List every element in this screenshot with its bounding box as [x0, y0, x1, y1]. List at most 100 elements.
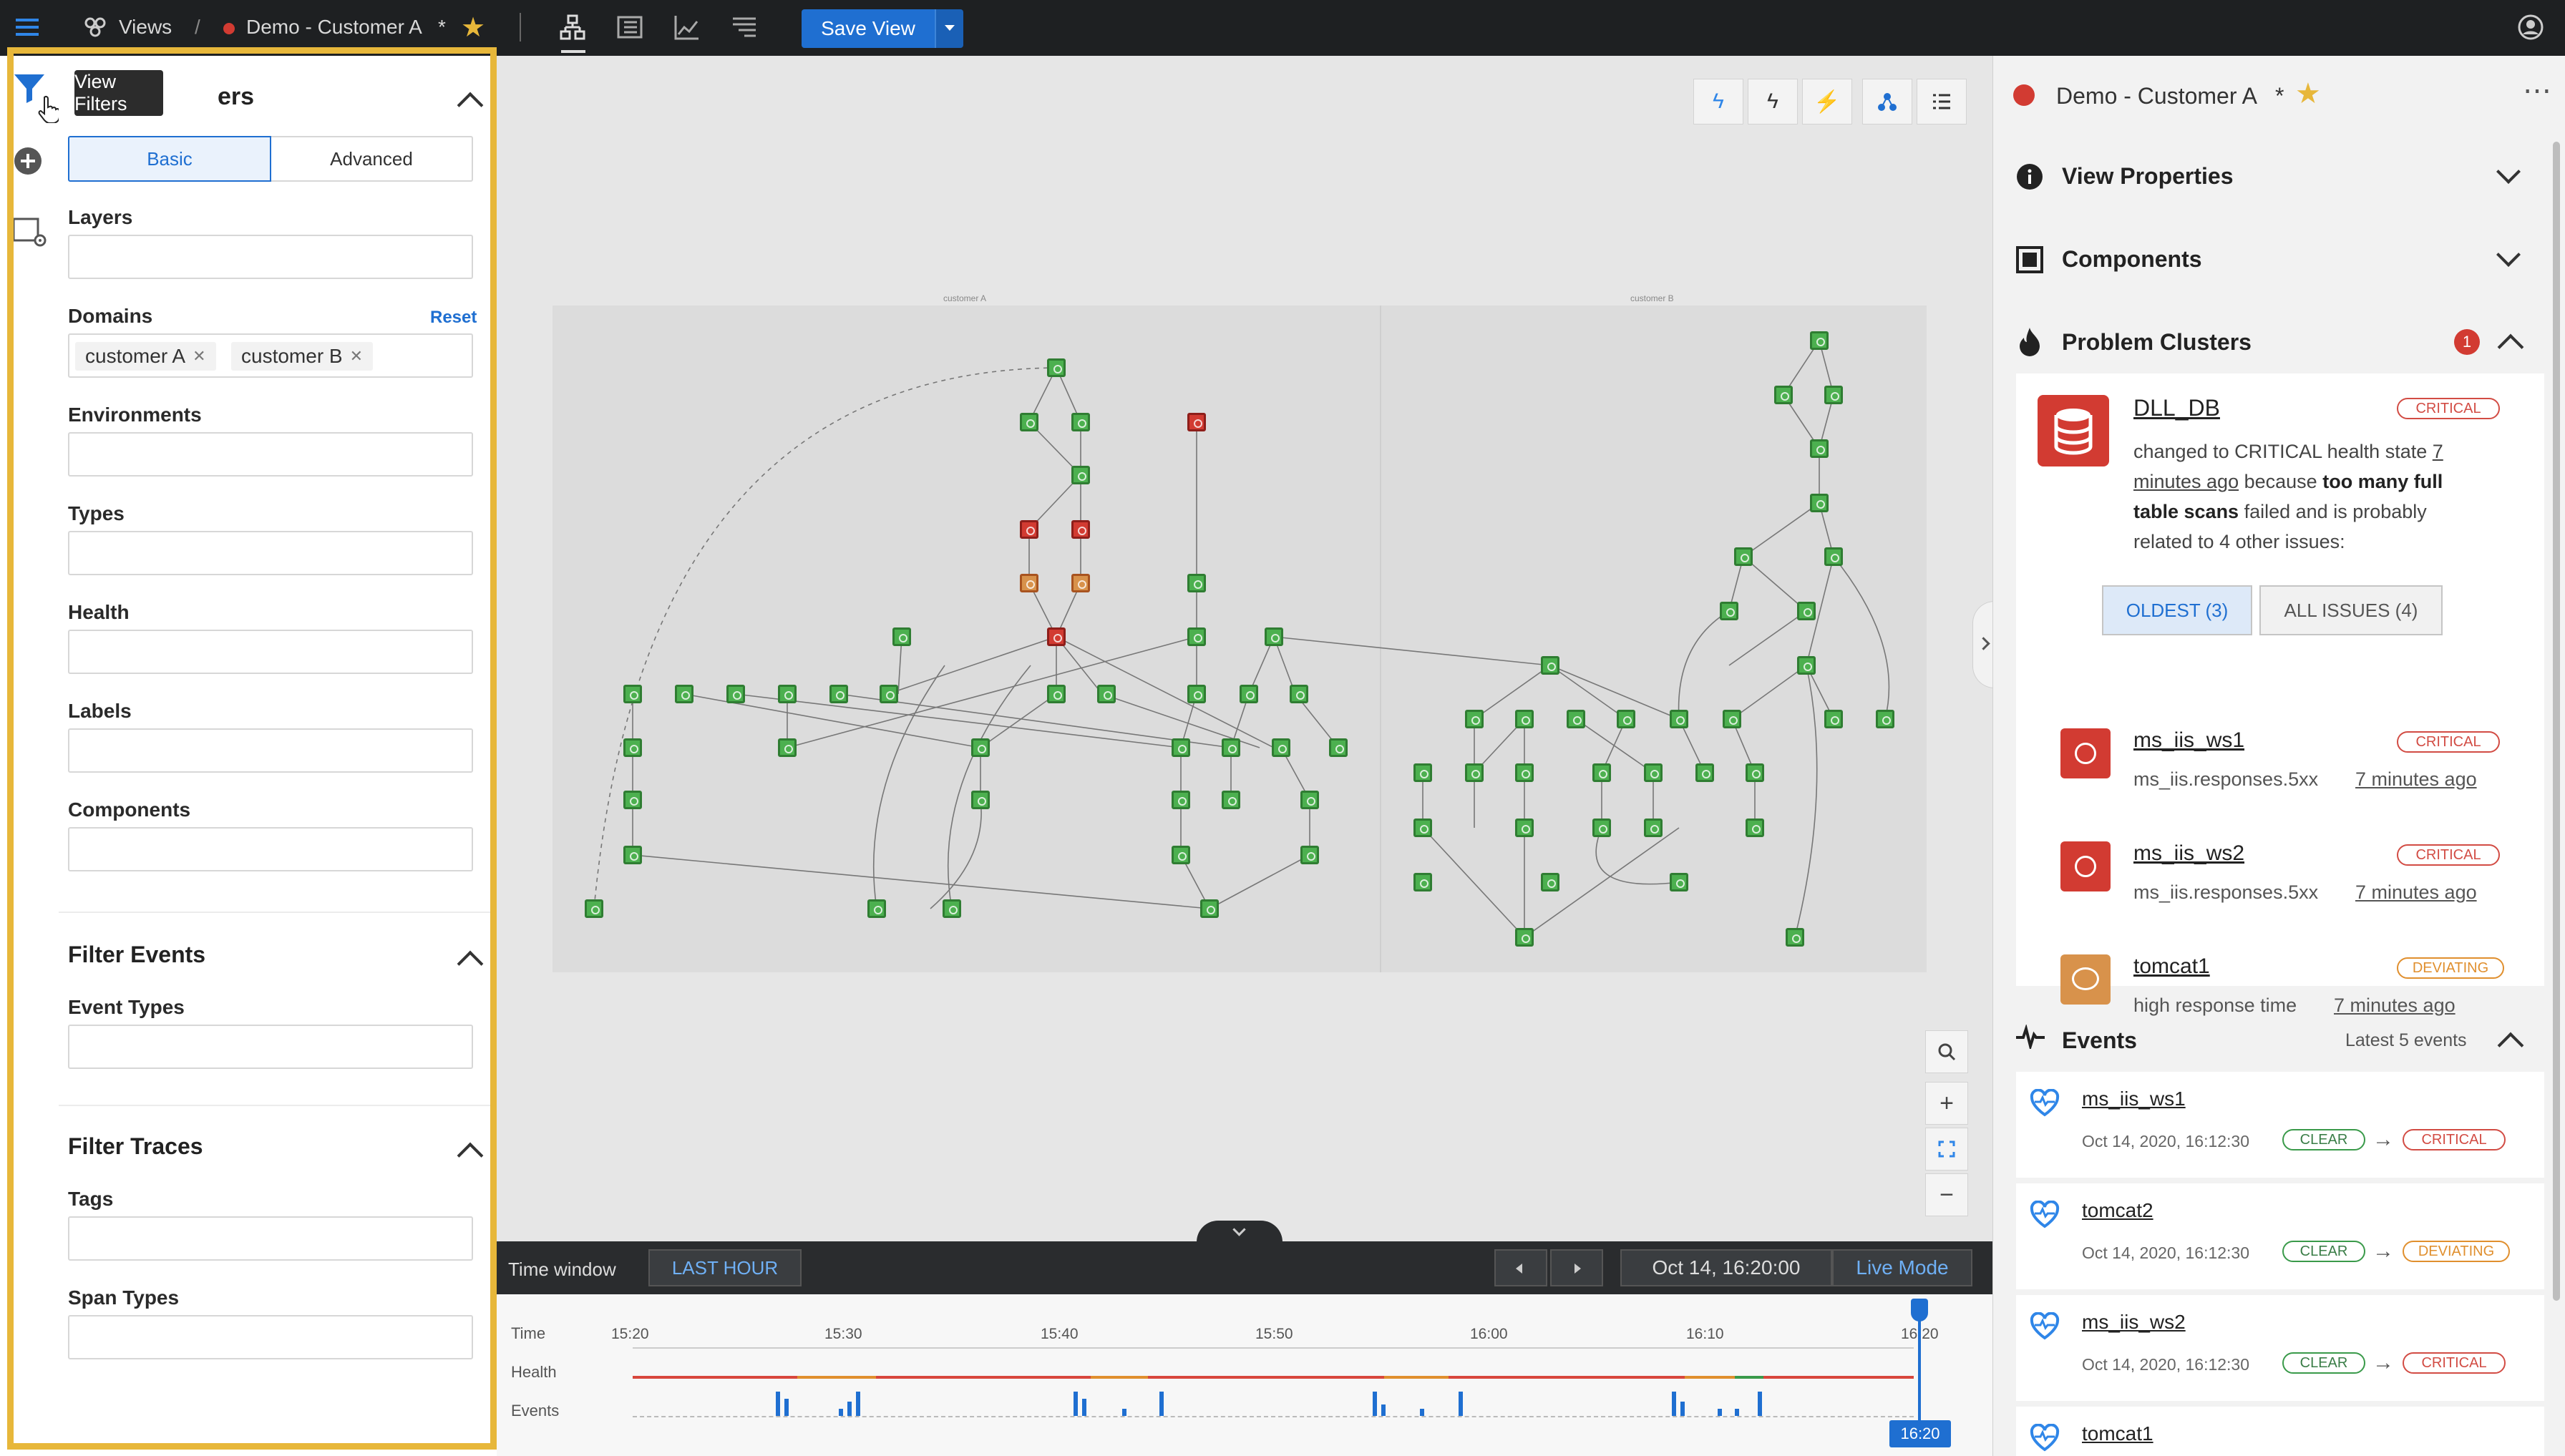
graph-node[interactable]	[1810, 439, 1829, 458]
graph-node[interactable]	[1172, 738, 1190, 757]
graph-node[interactable]	[1723, 710, 1741, 728]
graph-node[interactable]	[1515, 819, 1534, 837]
cluster-time-link[interactable]: minutes ago	[2133, 471, 2239, 492]
graph-node[interactable]	[1670, 710, 1688, 728]
graph-node[interactable]	[1720, 602, 1738, 620]
event-item[interactable]: tomcat1	[2016, 1407, 2544, 1456]
event-item[interactable]: tomcat2 Oct 14, 2020, 16:12:30 CLEAR → D…	[2016, 1183, 2544, 1289]
zoom-in-icon[interactable]: +	[1925, 1082, 1968, 1125]
graph-node[interactable]	[1047, 358, 1066, 377]
next-time-button[interactable]	[1550, 1249, 1603, 1286]
graph-node[interactable]	[1413, 873, 1432, 891]
graph-node[interactable]	[971, 738, 990, 757]
graph-node[interactable]	[623, 738, 642, 757]
graph-node[interactable]	[1797, 602, 1816, 620]
graph-node[interactable]	[1515, 928, 1534, 947]
events-header[interactable]: Events	[2062, 1027, 2137, 1054]
graph-node[interactable]	[1797, 656, 1816, 675]
graph-node[interactable]	[1644, 763, 1663, 782]
graph-node[interactable]	[726, 685, 745, 703]
graph-node[interactable]	[1071, 413, 1090, 431]
graph-node[interactable]	[778, 685, 797, 703]
graph-node[interactable]	[867, 899, 886, 918]
graph-node[interactable]	[1071, 466, 1090, 484]
graph-node[interactable]	[1465, 710, 1484, 728]
expand-view-properties-icon[interactable]	[2496, 160, 2521, 184]
graph-node[interactable]	[1515, 763, 1534, 782]
cluster-time-link[interactable]: 7	[2433, 441, 2443, 462]
star-icon[interactable]: ★	[2295, 77, 2321, 110]
tab-all-issues[interactable]: ALL ISSUES (4)	[2259, 585, 2443, 635]
graph-node[interactable]	[1222, 791, 1240, 809]
graph-node[interactable]	[1187, 685, 1206, 703]
more-options-icon[interactable]: ⋯	[2523, 74, 2553, 107]
graph-node[interactable]	[1272, 738, 1290, 757]
view-properties-header[interactable]: View Properties	[2062, 163, 2234, 190]
graph-node[interactable]	[675, 685, 693, 703]
graph-node[interactable]	[1734, 547, 1753, 566]
graph-node[interactable]	[1592, 819, 1611, 837]
graph-node[interactable]	[1222, 738, 1240, 757]
collapse-events-icon[interactable]	[2497, 1032, 2524, 1059]
graph-node[interactable]	[1465, 763, 1484, 782]
zoom-out-icon[interactable]: −	[1925, 1173, 1968, 1216]
graph-node[interactable]	[1824, 710, 1843, 728]
graph-node[interactable]	[1541, 873, 1559, 891]
graph-node[interactable]	[1187, 413, 1206, 431]
graph-node[interactable]	[1695, 763, 1714, 782]
graph-node[interactable]	[1240, 685, 1258, 703]
graph-node[interactable]	[1670, 873, 1688, 891]
graph-node[interactable]	[1644, 819, 1663, 837]
issue-time-link[interactable]: 7 minutes ago	[2355, 881, 2477, 904]
current-time-display[interactable]: Oct 14, 16:20:00	[1620, 1249, 1832, 1286]
timeline-toggle-handle[interactable]	[1197, 1221, 1282, 1242]
graph-node[interactable]	[1592, 763, 1611, 782]
components-header[interactable]: Components	[2062, 246, 2202, 273]
graph-node[interactable]	[1567, 710, 1585, 728]
time-cursor-handle[interactable]	[1911, 1299, 1928, 1321]
graph-node[interactable]	[1300, 791, 1319, 809]
problem-clusters-header[interactable]: Problem Clusters	[2062, 329, 2252, 356]
graph-node[interactable]	[778, 738, 797, 757]
search-icon[interactable]	[1925, 1030, 1968, 1073]
graph-node[interactable]	[1020, 574, 1038, 592]
graph-node[interactable]	[1047, 685, 1066, 703]
graph-node[interactable]	[1413, 763, 1432, 782]
event-name-link[interactable]: ms_iis_ws2	[2082, 1311, 2186, 1334]
event-item[interactable]: ms_iis_ws2 Oct 14, 2020, 16:12:30 CLEAR …	[2016, 1295, 2544, 1401]
graph-node[interactable]	[1746, 763, 1764, 782]
graph-node[interactable]	[943, 899, 961, 918]
graph-node[interactable]	[1541, 656, 1559, 675]
graph-node[interactable]	[829, 685, 848, 703]
graph-node[interactable]	[1824, 386, 1843, 404]
live-mode-button[interactable]: Live Mode	[1832, 1249, 1972, 1286]
issue-name-link[interactable]: ms_iis_ws2	[2133, 841, 2244, 866]
graph-node[interactable]	[1071, 574, 1090, 592]
graph-node[interactable]	[1876, 710, 1894, 728]
graph-node[interactable]	[623, 685, 642, 703]
graph-node[interactable]	[623, 846, 642, 864]
collapse-problem-clusters-icon[interactable]	[2497, 333, 2524, 361]
graph-node[interactable]	[971, 791, 990, 809]
graph-node[interactable]	[1020, 413, 1038, 431]
cluster-name-link[interactable]: DLL_DB	[2133, 395, 2220, 421]
graph-node[interactable]	[1187, 574, 1206, 592]
issue-time-link[interactable]: 7 minutes ago	[2334, 995, 2456, 1017]
graph-node[interactable]	[1746, 819, 1764, 837]
graph-node[interactable]	[1071, 520, 1090, 539]
issue-name-link[interactable]: ms_iis_ws1	[2133, 728, 2244, 753]
event-name-link[interactable]: tomcat1	[2082, 1422, 2153, 1445]
graph-node[interactable]	[1172, 846, 1190, 864]
graph-node[interactable]	[892, 627, 911, 646]
tab-oldest-issues[interactable]: OLDEST (3)	[2102, 585, 2252, 635]
graph-node[interactable]	[1617, 710, 1635, 728]
issue-name-link[interactable]: tomcat1	[2133, 954, 2210, 979]
graph-node[interactable]	[1172, 791, 1190, 809]
graph-node[interactable]	[1265, 627, 1283, 646]
graph-node[interactable]	[1329, 738, 1348, 757]
event-name-link[interactable]: tomcat2	[2082, 1199, 2153, 1222]
event-item[interactable]: ms_iis_ws1 Oct 14, 2020, 16:12:30 CLEAR …	[2016, 1072, 2544, 1178]
graph-node[interactable]	[1200, 899, 1219, 918]
right-panel-scrollbar[interactable]	[2553, 142, 2560, 1301]
graph-node[interactable]	[1413, 819, 1432, 837]
